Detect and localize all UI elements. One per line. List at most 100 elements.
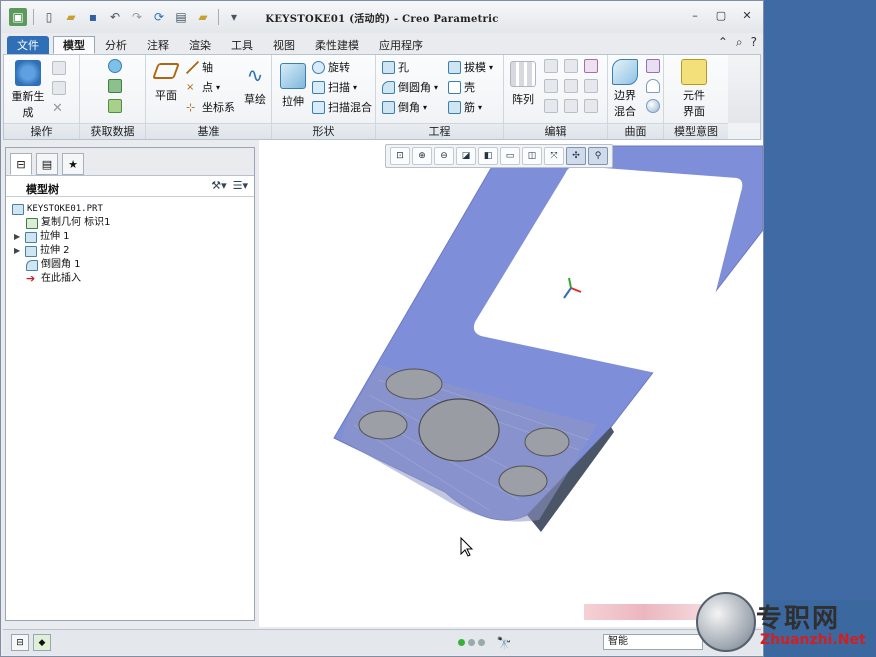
chamfer-button[interactable]: 倒角 ▾ [382, 99, 427, 115]
fill-icon[interactable] [646, 59, 660, 73]
settings-icon[interactable]: ⚒▾ [211, 179, 226, 192]
search-icon[interactable]: ⌕ [736, 35, 743, 50]
pattern-label: 阵列 [512, 93, 534, 106]
tree-node-extrude-2[interactable]: ▶ 拉伸 2 [12, 244, 111, 258]
collapse-ribbon-icon[interactable]: ⌃ [718, 35, 728, 50]
tab-applications[interactable]: 应用程序 [369, 36, 433, 54]
view-manager-icon[interactable]: ◫ [522, 147, 542, 165]
group-label-shape[interactable]: 形状 [272, 123, 375, 139]
component-interface-button[interactable]: 元件 界面 [676, 59, 712, 119]
group-label-get-data[interactable]: 获取数据 [80, 123, 145, 139]
model-view [333, 145, 763, 557]
show-icon[interactable]: ☰▾ [233, 179, 248, 192]
group-label-engineering[interactable]: 工程 [376, 123, 503, 139]
folder-browser-tab-icon[interactable]: ▤ [36, 153, 58, 175]
group-label-edit[interactable]: 编辑 [504, 123, 607, 139]
tree-node-extrude-1[interactable]: ▶ 拉伸 1 [12, 230, 111, 244]
group-label-operate[interactable]: 操作 [4, 123, 79, 139]
trim-icon[interactable] [564, 79, 578, 93]
offset-icon[interactable] [584, 79, 598, 93]
extend-icon[interactable] [564, 59, 578, 73]
selection-status-icon [458, 639, 486, 647]
style-icon[interactable] [646, 79, 660, 93]
zoom-in-icon[interactable]: ⊕ [412, 147, 432, 165]
show-browser-icon[interactable]: ◆ [33, 634, 51, 651]
tree-node-label: 复制几何 标识1 [41, 217, 111, 228]
round-icon [382, 80, 395, 94]
shrinkwrap-icon[interactable] [108, 99, 122, 113]
sweep-button[interactable]: 扫描 ▾ [312, 79, 357, 95]
user-defined-feature-icon[interactable] [108, 59, 122, 73]
sweep-icon [312, 80, 325, 94]
freestyle-icon[interactable] [646, 99, 660, 113]
close-icon[interactable]: ✕ [739, 7, 755, 23]
tab-render[interactable]: 渲染 [179, 36, 221, 54]
copy-geometry-icon[interactable] [108, 79, 122, 93]
group-label-model-intent[interactable]: 模型意图 [664, 123, 728, 139]
tab-model[interactable]: 模型 [53, 36, 95, 54]
mouse-cursor-icon [460, 536, 474, 557]
regenerate-label-2: 成 [22, 106, 34, 119]
minimize-icon[interactable]: – [687, 7, 703, 23]
model-tree-tab-icon[interactable]: ⊟ [10, 153, 32, 175]
tab-analysis[interactable]: 分析 [95, 36, 137, 54]
solidify-icon[interactable] [584, 99, 598, 113]
hole-label: 孔 [398, 61, 409, 74]
rib-button[interactable]: 筋 ▾ [448, 99, 482, 115]
tree-node-part[interactable]: KEYSTOKE01.PRT [12, 202, 111, 216]
tab-file[interactable]: 文件 [7, 36, 49, 54]
thicken-icon[interactable] [564, 99, 578, 113]
repaint-icon[interactable]: ◪ [456, 147, 476, 165]
draft-button[interactable]: 拔模 ▾ [448, 59, 493, 75]
group-label-datum[interactable]: 基准 [146, 123, 271, 139]
find-icon[interactable]: 🔭 [495, 634, 513, 651]
help-icon[interactable]: ? [751, 35, 757, 50]
show-navigator-icon[interactable]: ⊟ [11, 634, 29, 651]
zoom-out-icon[interactable]: ⊖ [434, 147, 454, 165]
tab-flexible-modeling[interactable]: 柔性建模 [305, 36, 369, 54]
annotation-display-icon[interactable]: ⚲ [588, 147, 608, 165]
hole-button[interactable]: 孔 [382, 59, 409, 75]
plane-button[interactable]: 平面 [150, 63, 182, 103]
intersect-icon[interactable] [544, 99, 558, 113]
project-icon[interactable] [584, 59, 598, 73]
csys-button[interactable]: ⊹ 坐标系 [186, 99, 235, 115]
point-button[interactable]: × 点 ▾ [186, 79, 220, 95]
shell-button[interactable]: 壳 [448, 79, 475, 95]
spin-center-icon[interactable]: ✣ [566, 147, 586, 165]
sketch-button[interactable]: ∿ 草绘 [240, 63, 270, 107]
delete-icon[interactable]: ✕ [52, 101, 66, 116]
favorites-tab-icon[interactable]: ★ [62, 153, 84, 175]
tab-tools[interactable]: 工具 [221, 36, 263, 54]
desktop-background [764, 0, 876, 600]
expand-icon[interactable]: ▶ [14, 230, 22, 244]
tree-node-round-1[interactable]: 倒圆角 1 [12, 258, 111, 272]
regenerate-button[interactable]: 重新生 成 [10, 60, 46, 120]
watermark-text-cn: 专职网 [756, 604, 841, 634]
merge-icon[interactable] [544, 79, 558, 93]
datum-display-icon[interactable]: ⤧ [544, 147, 564, 165]
pattern-button[interactable]: 阵列 [508, 61, 538, 107]
revolve-button[interactable]: 旋转 [312, 59, 350, 75]
tab-view[interactable]: 视图 [263, 36, 305, 54]
round-button[interactable]: 倒圆角 ▾ [382, 79, 438, 95]
graphics-window[interactable]: ⊡ ⊕ ⊖ ◪ ◧ ▭ ◫ ⤧ ✣ ⚲ [259, 140, 763, 627]
expand-icon[interactable]: ▶ [14, 244, 22, 258]
refit-icon[interactable]: ⊡ [390, 147, 410, 165]
tree-node-insert-here[interactable]: ➔ 在此插入 [12, 272, 111, 286]
maximize-icon[interactable]: ▢ [713, 7, 729, 23]
tree-node-copy-geometry[interactable]: 复制几何 标识1 [12, 216, 111, 230]
display-style-icon[interactable]: ◧ [478, 147, 498, 165]
paste-icon[interactable] [52, 81, 66, 95]
selection-filter[interactable]: 智能 [603, 634, 703, 650]
copy-icon[interactable] [52, 61, 66, 75]
axis-button[interactable]: 轴 [186, 59, 213, 75]
boundary-blend-button[interactable]: 边界 混合 [610, 59, 640, 119]
saved-orientations-icon[interactable]: ▭ [500, 147, 520, 165]
mirror-icon[interactable] [544, 59, 558, 73]
extrude-button[interactable]: 拉伸 [278, 63, 308, 109]
csys-label: 坐标系 [202, 101, 235, 114]
group-label-surface[interactable]: 曲面 [608, 123, 663, 139]
tab-annotate[interactable]: 注释 [137, 36, 179, 54]
swept-blend-button[interactable]: 扫描混合 [312, 99, 372, 115]
